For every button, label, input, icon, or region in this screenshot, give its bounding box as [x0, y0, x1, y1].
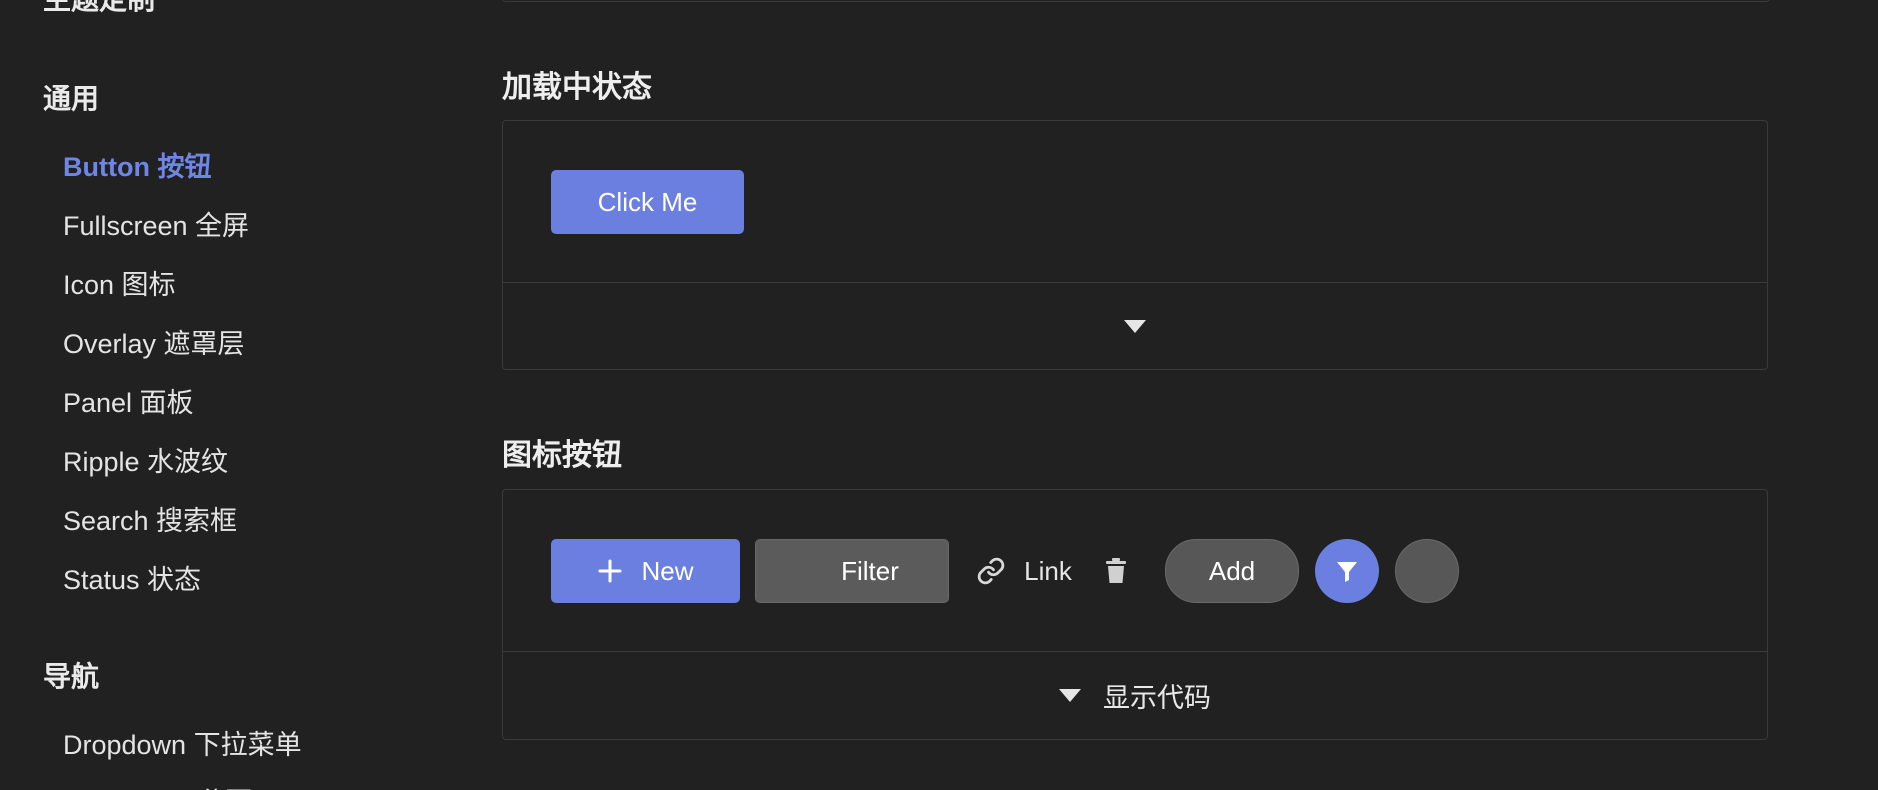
filter-icon-button[interactable] [1315, 539, 1379, 603]
link-icon [976, 556, 1006, 586]
caret-down-icon [1124, 319, 1146, 333]
show-code-label: 显示代码 [1103, 682, 1211, 713]
filter-icon [1335, 559, 1359, 583]
demo-area-icon-buttons: New Filter Link Add [503, 490, 1767, 652]
sidebar-item-icon[interactable]: Icon 图标 [63, 263, 176, 302]
sidebar-item-search[interactable]: Search 搜索框 [63, 499, 237, 538]
filter-button[interactable]: Filter [755, 539, 949, 603]
sidebar-item-overlay[interactable]: Overlay 遮罩层 [63, 322, 245, 361]
filter-label: Filter [841, 555, 899, 586]
add-button[interactable]: Add [1165, 539, 1299, 603]
click-me-label: Click Me [597, 186, 698, 217]
new-label: New [641, 555, 694, 586]
sidebar-group-title-navigation: 导航 [43, 661, 100, 692]
link-button[interactable]: Link [965, 539, 1083, 603]
sidebar-group-title-theme: 主题定制 [43, 0, 155, 18]
sidebar-item-button[interactable]: Button 按钮 [63, 145, 211, 184]
sidebar-group-title-general: 通用 [43, 83, 100, 114]
circle-button[interactable] [1395, 539, 1459, 603]
sidebar-item-pagination[interactable]: Pagination 分页 [63, 780, 252, 790]
trash-icon [1104, 557, 1128, 585]
link-label: Link [1024, 555, 1072, 586]
toggle-code-loading[interactable] [503, 283, 1767, 369]
page: 主题定制 通用 Button 按钮 Fullscreen 全屏 Icon 图标 … [0, 0, 1878, 790]
sidebar-item-dropdown[interactable]: Dropdown 下拉菜单 [63, 723, 302, 762]
demo-area-loading: Click Me [503, 121, 1767, 283]
caret-down-icon [1059, 688, 1081, 702]
delete-button[interactable] [1093, 539, 1139, 603]
sidebar-item-ripple[interactable]: Ripple 水波纹 [63, 440, 228, 479]
previous-demo-box [502, 0, 1770, 2]
section-title-loading: 加载中状态 [502, 71, 652, 104]
plus-icon [597, 558, 623, 584]
sidebar-item-fullscreen[interactable]: Fullscreen 全屏 [63, 204, 249, 243]
toggle-code-icon-buttons[interactable]: 显示代码 [503, 652, 1767, 738]
section-title-icon-buttons: 图标按钮 [502, 439, 622, 472]
new-button[interactable]: New [551, 539, 740, 603]
demo-box-loading: Click Me [502, 120, 1768, 370]
sidebar-item-panel[interactable]: Panel 面板 [63, 381, 194, 420]
sidebar-item-status[interactable]: Status 状态 [63, 558, 201, 597]
click-me-button[interactable]: Click Me [551, 170, 744, 234]
sidebar: 主题定制 通用 Button 按钮 Fullscreen 全屏 Icon 图标 … [0, 0, 460, 790]
demo-box-icon-buttons: New Filter Link Add 显示代码 [502, 489, 1768, 740]
add-label: Add [1208, 555, 1256, 586]
